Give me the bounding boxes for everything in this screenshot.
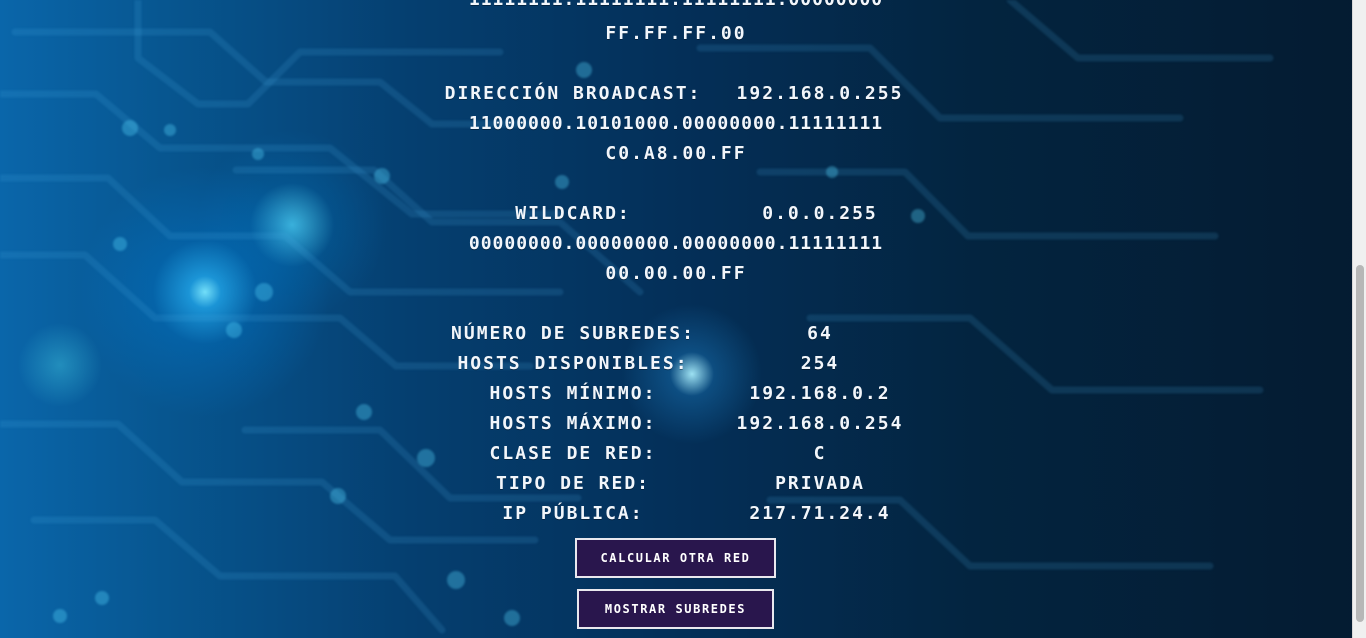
minimum-host-value: 192.168.0.2 — [749, 383, 891, 404]
broadcast-hex: C0.A8.00.FF — [605, 143, 747, 164]
network-type-label: Tipo de red: — [495, 473, 651, 494]
available-hosts-label: Hosts disponibles: — [457, 353, 689, 374]
wildcard-hex: 00.00.00.FF — [605, 263, 747, 284]
calculate-another-network-button[interactable]: Calcular otra red — [575, 538, 776, 578]
network-class-label: Clase de red: — [489, 443, 657, 464]
mask-hex: FF.FF.FF.00 — [605, 23, 747, 44]
broadcast-label: Dirección Broadcast: — [444, 83, 702, 104]
wildcard-label: Wildcard: — [515, 203, 631, 224]
vertical-scrollbar[interactable] — [1352, 0, 1366, 638]
network-results-panel: 11111111.11111111.11111111.00000000 FF.F… — [0, 0, 1352, 638]
show-subnets-button[interactable]: Mostrar subredes — [577, 589, 774, 629]
public-ip-label: IP pública: — [502, 503, 644, 524]
subnet-count-label: Número de subredes: — [451, 323, 695, 344]
minimum-host-label: Hosts mínimo: — [489, 383, 657, 404]
mask-binary: 11111111.11111111.11111111.00000000 — [469, 0, 883, 10]
broadcast-value: 192.168.0.255 — [736, 83, 904, 104]
public-ip-value: 217.71.24.4 — [749, 503, 891, 524]
broadcast-binary: 11000000.10101000.00000000.11111111 — [468, 113, 884, 134]
maximum-host-value: 192.168.0.254 — [736, 413, 904, 434]
available-hosts-value: 254 — [800, 353, 840, 374]
maximum-host-label: Hosts máximo: — [489, 413, 657, 434]
network-type-value: Privada — [775, 473, 865, 494]
subnet-count-value: 64 — [807, 323, 833, 344]
network-class-value: C — [813, 443, 827, 464]
wildcard-binary: 00000000.00000000.00000000.11111111 — [468, 233, 884, 254]
wildcard-value: 0.0.0.255 — [762, 203, 878, 224]
scrollbar-thumb[interactable] — [1356, 265, 1364, 622]
